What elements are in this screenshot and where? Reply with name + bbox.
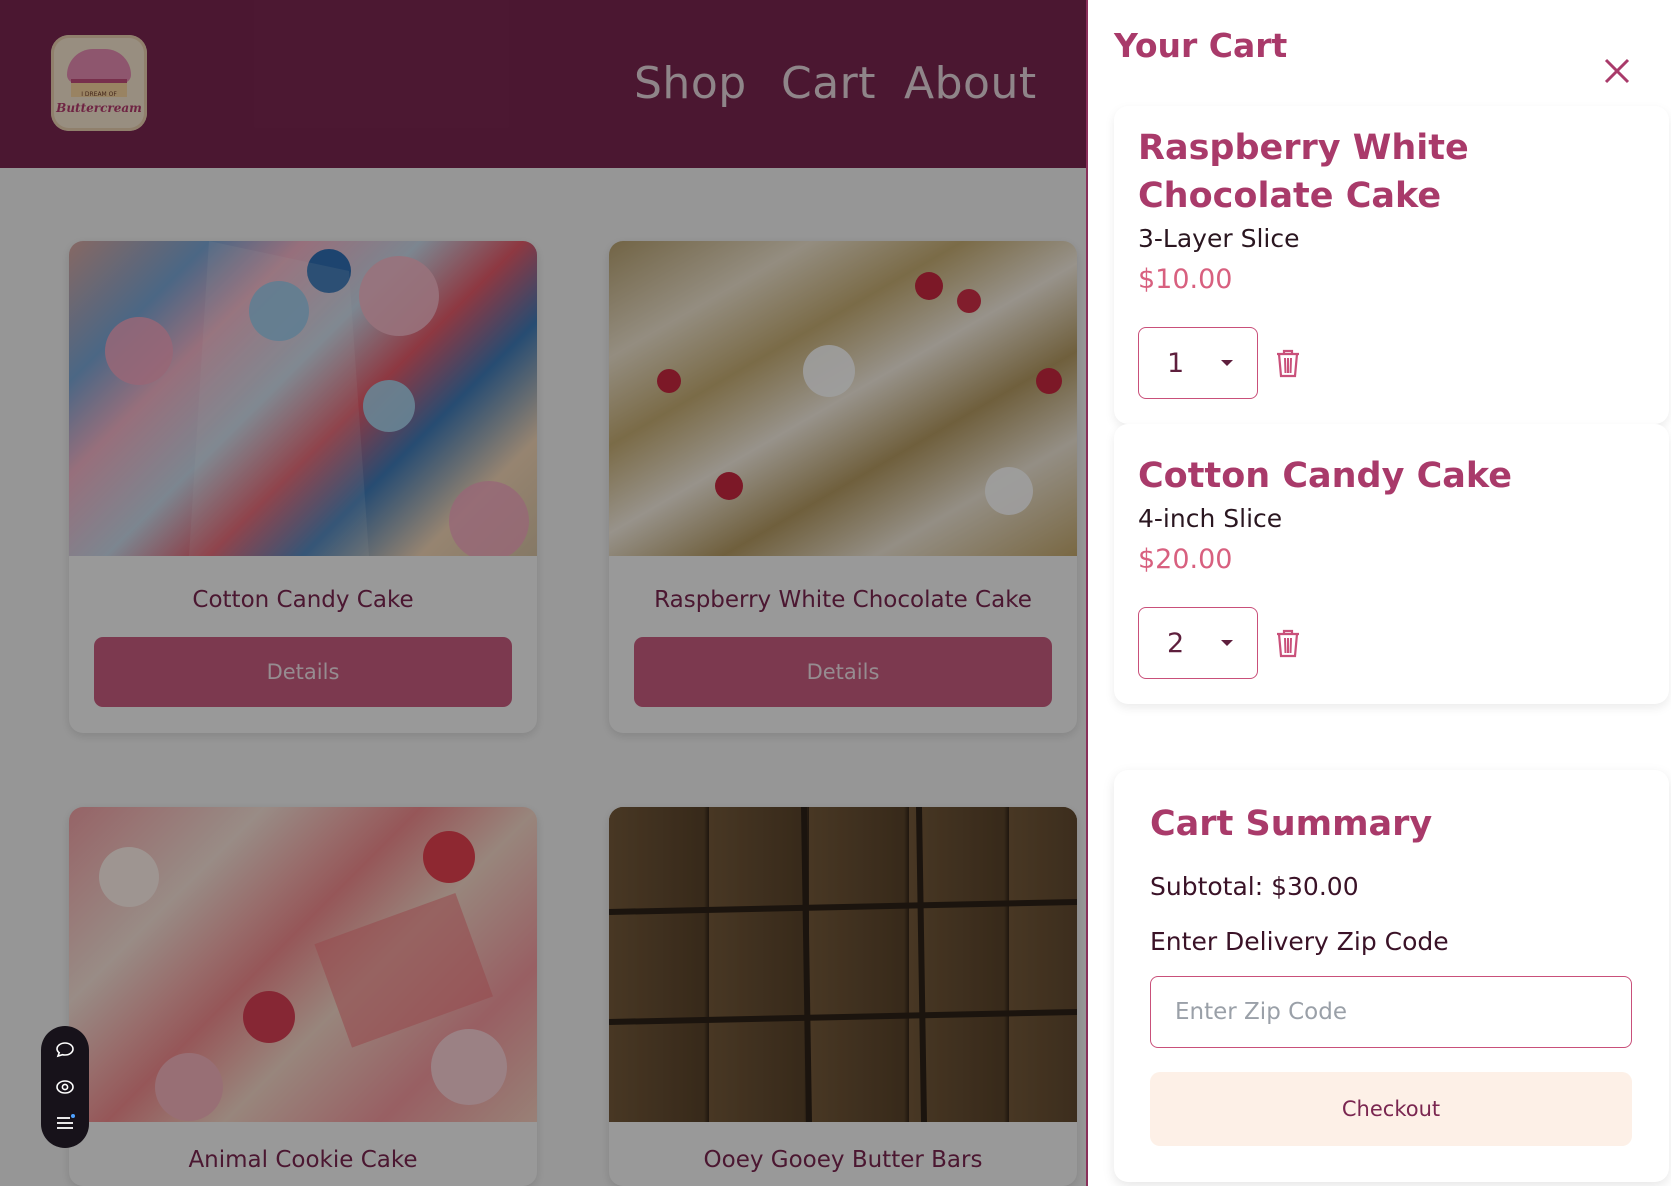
cart-title: Your Cart — [1114, 26, 1288, 65]
page: I DREAM OF Buttercream Shop Cart About C… — [0, 0, 1671, 1186]
trash-icon[interactable] — [1274, 627, 1302, 659]
chevron-down-icon — [1221, 640, 1233, 646]
summary-title: Cart Summary — [1150, 804, 1433, 844]
cart-summary: Cart Summary Subtotal: $30.00 Enter Deli… — [1114, 770, 1669, 1182]
chat-icon[interactable] — [55, 1040, 75, 1060]
subtotal-text: Subtotal: $30.00 — [1150, 872, 1359, 901]
cart-item-variant: 4-inch Slice — [1138, 504, 1283, 533]
quantity-select[interactable]: 1 — [1138, 327, 1258, 399]
chevron-down-icon — [1221, 360, 1233, 366]
cart-item-price: $20.00 — [1138, 544, 1233, 575]
zip-label: Enter Delivery Zip Code — [1150, 927, 1449, 956]
zip-code-input[interactable] — [1150, 976, 1632, 1048]
cart-item: Cotton Candy Cake 4-inch Slice $20.00 2 — [1114, 424, 1669, 704]
cart-item-variant: 3-Layer Slice — [1138, 224, 1300, 253]
cart-item: Raspberry White Chocolate Cake 3-Layer S… — [1114, 106, 1669, 424]
quantity-value: 2 — [1167, 628, 1185, 659]
floating-toolbar — [41, 1026, 89, 1148]
checkout-button[interactable]: Checkout — [1150, 1072, 1632, 1146]
quantity-value: 1 — [1167, 348, 1185, 379]
cart-item-price: $10.00 — [1138, 264, 1233, 295]
trash-icon[interactable] — [1274, 347, 1302, 379]
close-icon[interactable] — [1602, 56, 1632, 86]
eye-icon[interactable] — [55, 1077, 75, 1097]
menu-icon[interactable] — [55, 1113, 75, 1133]
quantity-select[interactable]: 2 — [1138, 607, 1258, 679]
cart-item-name: Raspberry White Chocolate Cake — [1138, 128, 1469, 216]
cart-drawer: Your Cart Raspberry White Chocolate Cake… — [1086, 0, 1671, 1186]
modal-backdrop[interactable] — [0, 0, 1088, 1186]
cart-item-name: Cotton Candy Cake — [1138, 456, 1512, 496]
